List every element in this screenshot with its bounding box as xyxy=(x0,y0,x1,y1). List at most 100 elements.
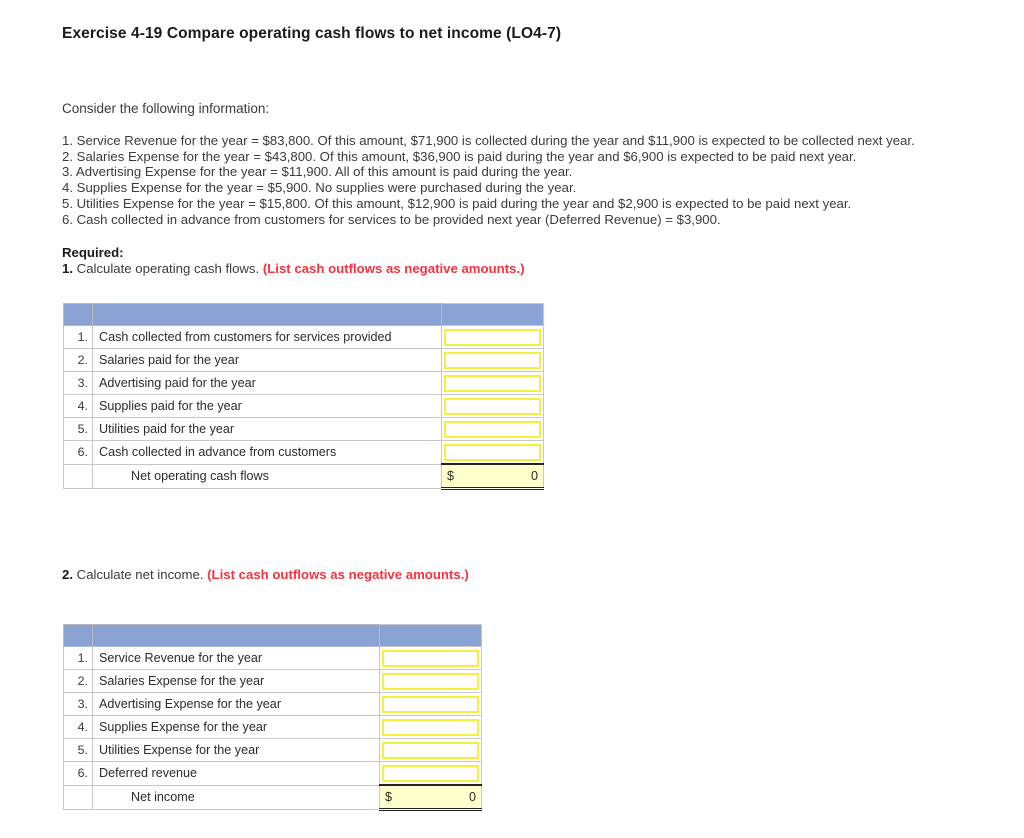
row-label: Utilities Expense for the year xyxy=(92,738,380,762)
row-number: 6. xyxy=(63,440,93,465)
amount-input-cell[interactable] xyxy=(379,738,482,762)
amount-input-cell[interactable] xyxy=(441,417,544,441)
table-row: 5. Utilities Expense for the year xyxy=(63,738,482,762)
row-label: Cash collected from customers for servic… xyxy=(92,325,442,349)
amount-input-cell[interactable] xyxy=(441,440,544,465)
amount-entry-box[interactable] xyxy=(444,420,541,438)
requirement-1-text: Calculate operating cash flows. xyxy=(73,261,263,276)
row-number: 6. xyxy=(63,761,93,786)
intro-lead-text: Consider the following information: xyxy=(62,101,270,116)
table-row: 3. Advertising paid for the year xyxy=(63,371,544,395)
requirement-2-line: 2. Calculate net income. (List cash outf… xyxy=(62,567,469,582)
row-number: 2. xyxy=(63,669,93,693)
amount-entry-box[interactable] xyxy=(444,397,541,415)
fact-item-5: 5. Utilities Expense for the year = $15,… xyxy=(62,195,852,211)
amount-entry-box[interactable] xyxy=(444,374,541,392)
table-row: 2. Salaries Expense for the year xyxy=(63,669,482,693)
row-label: Salaries Expense for the year xyxy=(92,669,380,693)
header-cell-number xyxy=(63,624,93,647)
header-cell-label xyxy=(92,624,380,647)
table-row: 1. Service Revenue for the year xyxy=(63,646,482,670)
amount-input-cell[interactable] xyxy=(379,669,482,693)
row-label: Supplies paid for the year xyxy=(92,394,442,418)
row-number: 1. xyxy=(63,325,93,349)
row-label: Advertising paid for the year xyxy=(92,371,442,395)
currency-symbol: $ xyxy=(447,469,455,483)
amount-input-cell[interactable] xyxy=(441,394,544,418)
row-number: 4. xyxy=(63,394,93,418)
row-number: 3. xyxy=(63,692,93,716)
amount-entry-box[interactable] xyxy=(444,328,541,346)
total-row-label: Net operating cash flows xyxy=(92,463,442,489)
table-row: 4. Supplies Expense for the year xyxy=(63,715,482,739)
table-row: 6. Deferred revenue xyxy=(63,761,482,786)
amount-entry-box[interactable] xyxy=(444,443,541,461)
header-cell-number xyxy=(63,303,93,326)
row-number: 1. xyxy=(63,646,93,670)
required-heading: Required: xyxy=(62,245,124,260)
total-row-number xyxy=(63,784,93,810)
table-row: 2. Salaries paid for the year xyxy=(63,348,544,372)
header-cell-label xyxy=(92,303,442,326)
table-header-row xyxy=(63,624,482,647)
net-income-table: 1. Service Revenue for the year 2. Salar… xyxy=(63,624,482,811)
row-label: Supplies Expense for the year xyxy=(92,715,380,739)
total-amount-cell: $ 0 xyxy=(379,784,482,811)
header-cell-amount xyxy=(379,624,482,647)
row-label: Deferred revenue xyxy=(92,761,380,786)
exercise-page: Exercise 4-19 Compare operating cash flo… xyxy=(0,0,1024,838)
requirement-1-line: 1. Calculate operating cash flows. (List… xyxy=(62,261,524,276)
row-number: 2. xyxy=(63,348,93,372)
table-header-row xyxy=(63,303,544,326)
operating-cash-flows-table: 1. Cash collected from customers for ser… xyxy=(63,303,544,490)
requirement-2-text: Calculate net income. xyxy=(73,567,208,582)
fact-item-4: 4. Supplies Expense for the year = $5,90… xyxy=(62,180,577,196)
amount-entry-box[interactable] xyxy=(382,764,479,782)
amount-entry-box[interactable] xyxy=(382,672,479,690)
table-row: 1. Cash collected from customers for ser… xyxy=(63,325,544,349)
table-row: 4. Supplies paid for the year xyxy=(63,394,544,418)
total-row: Net income $ 0 xyxy=(63,784,482,811)
given-information-list: 1. Service Revenue for the year = $83,80… xyxy=(62,133,915,227)
amount-input-cell[interactable] xyxy=(441,348,544,372)
fact-item-1: 1. Service Revenue for the year = $83,80… xyxy=(62,133,915,148)
row-number: 5. xyxy=(63,738,93,762)
amount-entry-box[interactable] xyxy=(382,695,479,713)
amount-entry-box[interactable] xyxy=(382,649,479,667)
row-number: 3. xyxy=(63,371,93,395)
row-label: Cash collected in advance from customers xyxy=(92,440,442,465)
total-row-number xyxy=(63,463,93,489)
page-title: Exercise 4-19 Compare operating cash flo… xyxy=(62,25,562,42)
amount-input-cell[interactable] xyxy=(441,371,544,395)
amount-input-cell[interactable] xyxy=(379,646,482,670)
requirement-1-number: 1. xyxy=(62,261,73,276)
requirement-1-note: (List cash outflows as negative amounts.… xyxy=(262,261,525,276)
amount-input-cell[interactable] xyxy=(441,325,544,349)
total-amount-cell: $ 0 xyxy=(441,463,544,490)
total-row: Net operating cash flows $ 0 xyxy=(63,463,544,490)
amount-entry-box[interactable] xyxy=(382,718,479,736)
row-label: Utilities paid for the year xyxy=(92,417,442,441)
total-row-label: Net income xyxy=(92,784,380,810)
total-amount-value: 0 xyxy=(530,469,538,483)
amount-entry-box[interactable] xyxy=(382,741,479,759)
fact-item-3: 3. Advertising Expense for the year = $1… xyxy=(62,164,573,180)
table-row: 6. Cash collected in advance from custom… xyxy=(63,440,544,465)
row-number: 4. xyxy=(63,715,93,739)
row-label: Salaries paid for the year xyxy=(92,348,442,372)
row-label: Service Revenue for the year xyxy=(92,646,380,670)
amount-input-cell[interactable] xyxy=(379,715,482,739)
requirement-2-note: (List cash outflows as negative amounts.… xyxy=(207,567,469,582)
row-number: 5. xyxy=(63,417,93,441)
amount-entry-box[interactable] xyxy=(444,351,541,369)
row-label: Advertising Expense for the year xyxy=(92,692,380,716)
fact-item-2: 2. Salaries Expense for the year = $43,8… xyxy=(62,148,857,164)
fact-item-6: 6. Cash collected in advance from custom… xyxy=(62,211,721,227)
requirement-2-number: 2. xyxy=(62,567,73,582)
amount-input-cell[interactable] xyxy=(379,692,482,716)
currency-symbol: $ xyxy=(385,790,393,804)
header-cell-amount xyxy=(441,303,544,326)
amount-input-cell[interactable] xyxy=(379,761,482,786)
table-row: 3. Advertising Expense for the year xyxy=(63,692,482,716)
table-row: 5. Utilities paid for the year xyxy=(63,417,544,441)
